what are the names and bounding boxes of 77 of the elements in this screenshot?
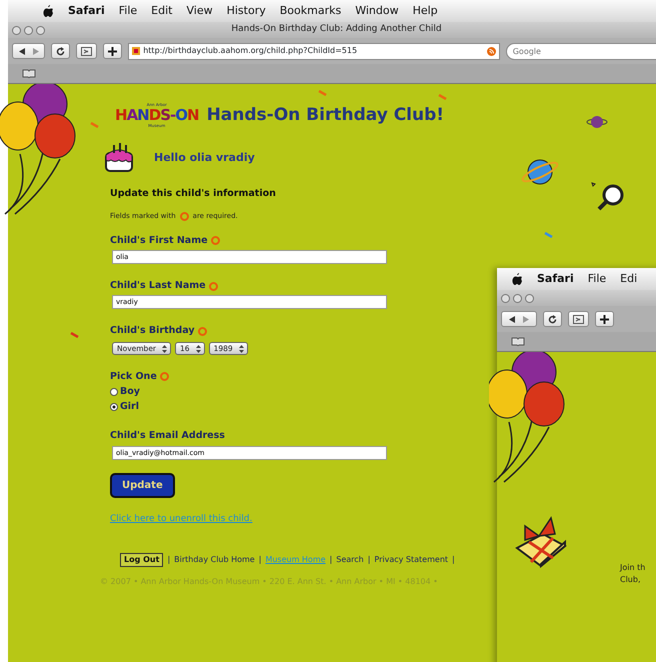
back-arrow-icon	[509, 316, 515, 322]
plus-icon	[108, 46, 118, 56]
search-field[interactable]: Google	[506, 42, 656, 60]
add-bookmark-button[interactable]	[103, 43, 122, 59]
back-forward-button[interactable]	[12, 43, 46, 59]
field-label: Child's Birthday	[110, 324, 195, 338]
planet-icon	[586, 114, 608, 130]
menu-item[interactable]: Bookmarks	[280, 2, 342, 20]
required-marker-icon	[208, 282, 218, 291]
web-clip-icon	[573, 314, 584, 324]
updown-arrows-icon	[162, 344, 168, 352]
confetti-icon	[318, 90, 327, 96]
required-marker-icon	[198, 326, 207, 336]
cake-icon	[102, 141, 136, 175]
field-label: Pick One	[110, 370, 157, 384]
web-clip-icon	[81, 46, 92, 56]
reload-button[interactable]	[543, 311, 562, 327]
field-label: Child's Last Name	[110, 279, 206, 293]
window-title: Hands-On Birthday Club: Adding Another Child	[230, 23, 443, 36]
required-marker-icon	[210, 236, 220, 246]
reload-icon	[548, 314, 557, 324]
update-button[interactable]: Update	[110, 472, 175, 498]
bookmarks-book-icon	[22, 69, 36, 78]
form-heading: Update this child's information	[110, 187, 277, 201]
menu-item[interactable]: Safari	[68, 2, 105, 20]
field-label: Child's First Name	[110, 234, 208, 248]
forward-arrow-icon	[32, 48, 39, 54]
menu-item[interactable]: History	[226, 2, 266, 20]
page-text: Club,	[620, 574, 642, 586]
reload-icon	[56, 46, 66, 56]
reload-button[interactable]	[51, 43, 70, 59]
snippet-button[interactable]	[568, 311, 589, 327]
plus-icon	[600, 314, 609, 324]
footer-separator: |	[167, 554, 170, 566]
confetti-icon	[438, 94, 447, 100]
back-forward-button[interactable]	[501, 311, 537, 327]
menu-item[interactable]: Window	[355, 2, 399, 20]
log-out-button[interactable]: Log Out	[120, 552, 164, 566]
snippet-button[interactable]	[76, 43, 98, 59]
required-marker-icon	[180, 212, 189, 221]
apple-logo-icon	[42, 4, 54, 18]
updown-arrows-icon	[238, 344, 244, 352]
footer-link[interactable]: Search	[336, 554, 364, 566]
menu-item[interactable]: Edi	[620, 270, 638, 288]
field-label: Child's Email Address	[110, 429, 225, 444]
page-text: Join th	[620, 562, 646, 574]
confetti-icon	[544, 232, 553, 238]
back-arrow-icon	[18, 48, 25, 54]
radio-option[interactable]: Girl	[110, 400, 656, 414]
bookmarks-book-icon	[511, 337, 525, 346]
greeting: Hello olia vradiy	[154, 150, 255, 166]
apple-logo-icon	[511, 272, 523, 286]
address-field[interactable]: http://birthdayclub.aahom.org/child.php?ChildId=515	[128, 42, 500, 60]
logo-text: HANDS-ON	[115, 108, 199, 123]
footer-link[interactable]: Birthday Club Home	[174, 554, 255, 566]
footer-separator: |	[330, 554, 332, 566]
add-bookmark-button[interactable]	[595, 311, 614, 327]
required-marker-icon	[160, 372, 169, 382]
url-text: http://birthdayclub.aahom.org/child.php?ChildId=515	[143, 45, 358, 57]
menu-item[interactable]: View	[186, 2, 213, 20]
radio-option[interactable]: Boy	[110, 384, 656, 399]
menu-item[interactable]: Safari	[537, 270, 574, 288]
rss-icon	[486, 46, 496, 56]
menu-item[interactable]: File	[588, 270, 606, 288]
site-favicon-icon	[132, 47, 140, 55]
confetti-icon	[70, 332, 79, 338]
footer-link[interactable]: Privacy Statement	[374, 554, 448, 566]
footer-separator: |	[452, 554, 455, 566]
site-title: Hands-On Birthday Club!	[206, 104, 444, 127]
footer-separator: |	[258, 554, 262, 566]
menu-item[interactable]: Help	[412, 2, 438, 20]
footer-separator: |	[368, 554, 370, 566]
menu-item[interactable]: Edit	[151, 2, 172, 20]
updown-arrows-icon	[196, 344, 201, 352]
confetti-icon	[90, 122, 99, 128]
menu-item[interactable]: File	[118, 2, 138, 20]
forward-arrow-icon	[523, 316, 529, 322]
